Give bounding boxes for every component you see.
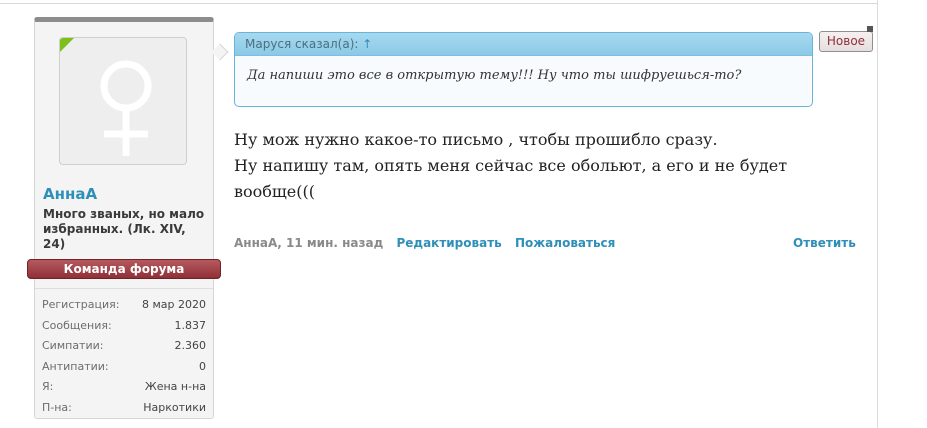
quote-author: Маруся сказал(а): [245, 37, 359, 51]
stat-value: 2.360 [174, 339, 207, 352]
stat-row: Я: Жена н-на [35, 377, 213, 398]
message-line: Ну мож нужно какое-то письмо , чтобы про… [234, 130, 718, 149]
message-body: Ну мож нужно какое-то письмо , чтобы про… [234, 127, 834, 205]
stat-value: 8 мар 2020 [141, 298, 206, 311]
stat-label: Я: [42, 380, 54, 393]
stat-value: Наркотики [143, 400, 206, 414]
female-symbol-icon [100, 60, 152, 156]
stat-value[interactable]: 1.837 [175, 316, 207, 337]
stat-label: Сообщения: [42, 318, 112, 332]
team-banner: Команда форума [27, 259, 221, 279]
stat-label: Регистрация: [42, 298, 120, 311]
stat-value: Жена н-на [144, 380, 206, 393]
stat-row: Антипатии: 0 [35, 357, 213, 378]
edit-link[interactable]: Редактировать [396, 236, 501, 250]
stat-row: Сообщения: 1.837 [35, 316, 213, 337]
right-divider [877, 0, 878, 428]
top-divider [0, 3, 877, 4]
new-badge: Новое [819, 31, 873, 52]
stat-label: П-на: [42, 400, 72, 414]
post-meta: АннаА, 11 мин. назад Редактировать Пожал… [234, 236, 615, 250]
avatar[interactable] [59, 37, 187, 165]
message-line: вообще((( [234, 182, 315, 201]
user-name[interactable]: АннаА [43, 185, 97, 203]
reply-link[interactable]: Ответить [793, 236, 856, 250]
online-indicator [60, 38, 74, 52]
stat-row: П-на: Наркотики [35, 398, 213, 419]
quote-block: Маруся сказал(а): ↑ Да напиши это все в … [234, 32, 813, 107]
stat-label: Симпатии: [42, 339, 104, 352]
post-author-time[interactable]: АннаА, 11 мин. назад [234, 236, 383, 250]
quote-text: Да напиши это все в открытую тему!!! Ну … [247, 68, 742, 83]
speech-pointer [211, 43, 229, 61]
quote-jump-icon[interactable]: ↑ [362, 37, 372, 51]
user-info-panel: АннаА Много званых, но мало избранных. (… [27, 17, 229, 419]
report-link[interactable]: Пожаловаться [515, 236, 615, 250]
user-stats: Регистрация: 8 мар 2020 Сообщения: 1.837… [35, 288, 213, 418]
stat-row: Симпатии: 2.360 [35, 336, 213, 357]
user-title: Много званых, но мало избранных. (Лк. XI… [43, 207, 205, 251]
stat-label: Антипатии: [42, 359, 109, 373]
quote-header: Маруся сказал(а): ↑ [235, 33, 812, 56]
badge-corner [867, 26, 873, 32]
stat-row: Регистрация: 8 мар 2020 [35, 295, 213, 316]
stat-value: 0 [199, 359, 206, 373]
message-line: Ну напишу там, опять меня сейчас все обо… [234, 156, 788, 175]
